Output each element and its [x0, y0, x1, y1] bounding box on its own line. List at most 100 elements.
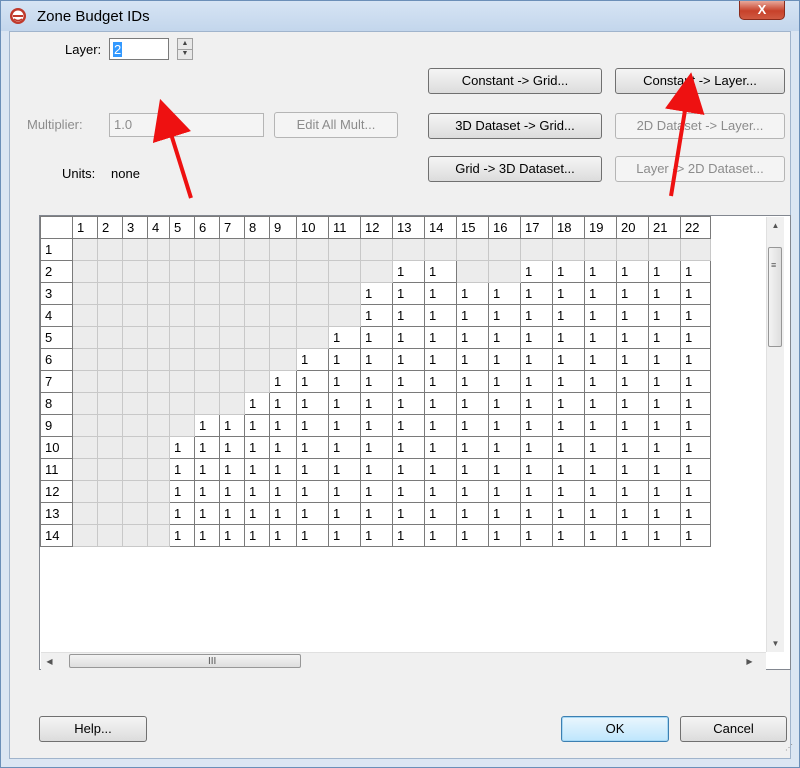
grid-cell[interactable]: 1 [360, 326, 393, 349]
grid-cell[interactable] [122, 304, 148, 327]
grid-cell[interactable] [392, 238, 425, 261]
grid-cell[interactable] [147, 392, 170, 415]
grid-cell[interactable]: 1 [648, 436, 681, 459]
grid-cell[interactable]: 1 [392, 414, 425, 437]
grid-cell[interactable]: 1 [424, 436, 457, 459]
grid-cell[interactable]: 1 [680, 260, 711, 283]
grid-cell[interactable]: 1 [392, 304, 425, 327]
grid-cell[interactable]: 1 [616, 392, 649, 415]
grid-cell[interactable]: 1 [169, 524, 195, 547]
grid-cell[interactable] [296, 260, 329, 283]
grid-cell[interactable] [244, 282, 270, 305]
grid-cell[interactable] [169, 414, 195, 437]
grid-cell[interactable] [219, 348, 245, 371]
column-header[interactable]: 5 [169, 216, 195, 239]
grid-cell[interactable]: 1 [219, 414, 245, 437]
grid-cell[interactable]: 1 [680, 392, 711, 415]
grid-cell[interactable] [72, 392, 98, 415]
constant-layer-button[interactable]: Constant -> Layer... [615, 68, 785, 94]
resize-grip-icon[interactable]: ⋰ [785, 744, 797, 757]
grid-cell[interactable] [147, 370, 170, 393]
grid-cell[interactable]: 1 [269, 370, 297, 393]
grid-cell[interactable] [360, 238, 393, 261]
grid-cell[interactable] [169, 304, 195, 327]
grid-cell[interactable]: 1 [244, 458, 270, 481]
grid-cell[interactable]: 1 [328, 524, 361, 547]
column-header[interactable]: 21 [648, 216, 681, 239]
grid-cell[interactable] [584, 238, 617, 261]
grid-3d-dataset-button[interactable]: Grid -> 3D Dataset... [428, 156, 602, 182]
grid-cell[interactable]: 1 [244, 502, 270, 525]
grid-cell[interactable]: 1 [680, 370, 711, 393]
grid-cell[interactable] [72, 260, 98, 283]
grid-cell[interactable]: 1 [680, 304, 711, 327]
scroll-left-icon[interactable]: ◀ [41, 653, 58, 670]
grid-cell[interactable] [552, 238, 585, 261]
grid-cell[interactable]: 1 [360, 480, 393, 503]
grid-cell[interactable]: 1 [328, 392, 361, 415]
grid-cell[interactable]: 1 [680, 458, 711, 481]
grid-cell[interactable]: 1 [616, 458, 649, 481]
row-header[interactable]: 2 [40, 260, 73, 283]
grid-cell[interactable] [122, 436, 148, 459]
grid-cell[interactable]: 1 [424, 502, 457, 525]
grid-cell[interactable] [194, 260, 220, 283]
grid-cell[interactable] [147, 436, 170, 459]
column-header[interactable]: 13 [392, 216, 425, 239]
grid-cell[interactable]: 1 [648, 326, 681, 349]
grid-cell[interactable]: 1 [552, 414, 585, 437]
grid-cell[interactable]: 1 [520, 304, 553, 327]
grid-cell[interactable]: 1 [648, 502, 681, 525]
grid-cell[interactable]: 1 [360, 304, 393, 327]
grid-cell[interactable]: 1 [219, 502, 245, 525]
grid-cell[interactable]: 1 [456, 480, 489, 503]
edit-all-mult-button[interactable]: Edit All Mult... [274, 112, 398, 138]
grid-cell[interactable]: 1 [424, 458, 457, 481]
row-header[interactable]: 6 [40, 348, 73, 371]
grid-cell[interactable]: 1 [648, 392, 681, 415]
grid-cell[interactable]: 1 [360, 524, 393, 547]
grid-cell[interactable]: 1 [424, 414, 457, 437]
grid-cell[interactable]: 1 [520, 502, 553, 525]
grid-cell[interactable] [72, 436, 98, 459]
grid-cell[interactable]: 1 [456, 348, 489, 371]
grid-cell[interactable] [328, 260, 361, 283]
column-header[interactable]: 6 [194, 216, 220, 239]
column-header[interactable]: 9 [269, 216, 297, 239]
row-header[interactable]: 13 [40, 502, 73, 525]
grid-cell[interactable] [424, 238, 457, 261]
grid-cell[interactable] [97, 436, 123, 459]
grid-cell[interactable] [147, 326, 170, 349]
grid-cell[interactable]: 1 [488, 326, 521, 349]
grid-cell[interactable] [72, 414, 98, 437]
row-header[interactable]: 12 [40, 480, 73, 503]
grid-cell[interactable]: 1 [552, 524, 585, 547]
dataset-3d-grid-button[interactable]: 3D Dataset -> Grid... [428, 113, 602, 139]
grid-cell[interactable] [520, 238, 553, 261]
grid-cell[interactable] [456, 238, 489, 261]
grid-cell[interactable] [122, 282, 148, 305]
grid-cell[interactable]: 1 [488, 414, 521, 437]
grid-cell[interactable]: 1 [392, 326, 425, 349]
grid-cell[interactable] [680, 238, 711, 261]
grid-cell[interactable]: 1 [520, 392, 553, 415]
grid-cell[interactable]: 1 [392, 436, 425, 459]
grid-cell[interactable]: 1 [552, 458, 585, 481]
grid-cell[interactable]: 1 [360, 370, 393, 393]
grid-cell[interactable]: 1 [296, 480, 329, 503]
column-header[interactable]: 11 [328, 216, 361, 239]
grid-cell[interactable]: 1 [584, 326, 617, 349]
grid-cell[interactable] [122, 370, 148, 393]
grid-cell[interactable]: 1 [648, 524, 681, 547]
grid-cell[interactable]: 1 [584, 348, 617, 371]
grid-cell[interactable] [194, 348, 220, 371]
grid-cell[interactable] [219, 238, 245, 261]
grid-cell[interactable]: 1 [488, 524, 521, 547]
grid-cell[interactable] [147, 348, 170, 371]
grid-cell[interactable]: 1 [616, 260, 649, 283]
grid-cell[interactable]: 1 [648, 370, 681, 393]
grid-cell[interactable]: 1 [648, 304, 681, 327]
grid-cell[interactable] [147, 304, 170, 327]
grid-cell[interactable]: 1 [584, 524, 617, 547]
grid-cell[interactable]: 1 [296, 348, 329, 371]
